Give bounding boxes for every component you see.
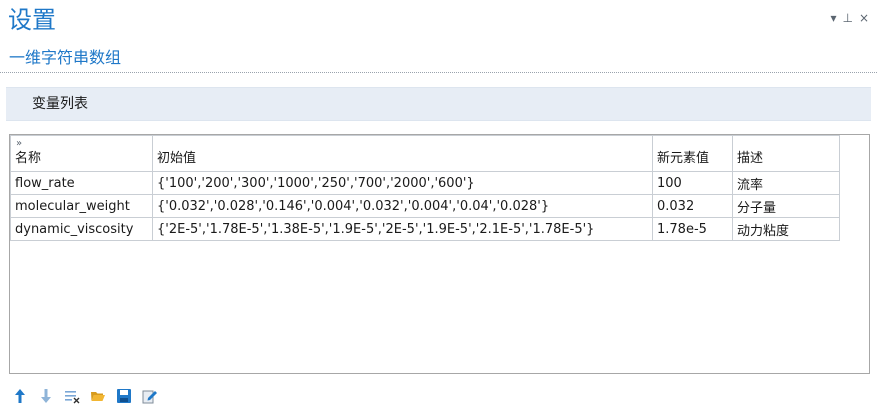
settings-panel: 设置 一维字符串数组 ▾ ⊥ × 变量列表 » 名称 初始值 新元素值 描述 f… (0, 0, 877, 411)
table-row[interactable]: flow_rate {'100','200','300','1000','250… (10, 171, 840, 195)
cell-description[interactable]: 分子量 (732, 194, 840, 218)
cell-name[interactable]: flow_rate (10, 171, 153, 195)
table-header-row: 名称 初始值 新元素值 描述 (10, 135, 840, 172)
open-folder-icon[interactable] (90, 388, 106, 404)
expand-icon[interactable]: » (16, 138, 22, 149)
cell-name[interactable]: molecular_weight (10, 194, 153, 218)
move-down-icon[interactable] (38, 388, 54, 404)
section-title: 变量列表 (32, 96, 88, 112)
panel-title: 设置 (8, 6, 56, 34)
cell-name[interactable]: dynamic_viscosity (10, 217, 153, 241)
cell-initial-value[interactable]: {'0.032','0.028','0.146','0.004','0.032'… (152, 194, 653, 218)
close-icon[interactable]: × (859, 12, 869, 24)
move-up-icon[interactable] (12, 388, 28, 404)
cell-description[interactable]: 动力粘度 (732, 217, 840, 241)
column-header-initial-value[interactable]: 初始值 (152, 135, 653, 172)
variable-table-frame: » 名称 初始值 新元素值 描述 flow_rate {'100','200',… (9, 134, 870, 374)
title-divider (0, 72, 877, 73)
table-row[interactable]: dynamic_viscosity {'2E-5','1.78E-5','1.3… (10, 217, 840, 241)
pin-icon[interactable]: ⊥ (842, 12, 852, 24)
cell-new-value[interactable]: 100 (652, 171, 733, 195)
column-header-name[interactable]: 名称 (10, 135, 153, 172)
window-controls: ▾ ⊥ × (830, 12, 869, 24)
cell-new-value[interactable]: 0.032 (652, 194, 733, 218)
table-toolbar (12, 385, 158, 407)
cell-new-value[interactable]: 1.78e-5 (652, 217, 733, 241)
save-icon[interactable] (116, 388, 132, 404)
variable-table: 名称 初始值 新元素值 描述 flow_rate {'100','200','3… (10, 135, 840, 241)
column-header-description[interactable]: 描述 (732, 135, 840, 172)
clear-table-icon[interactable] (64, 388, 80, 404)
column-header-new-value[interactable]: 新元素值 (652, 135, 733, 172)
cell-initial-value[interactable]: {'2E-5','1.78E-5','1.38E-5','1.9E-5','2E… (152, 217, 653, 241)
table-row[interactable]: molecular_weight {'0.032','0.028','0.146… (10, 194, 840, 218)
variable-table-container: » 名称 初始值 新元素值 描述 flow_rate {'100','200',… (10, 135, 869, 373)
section-header[interactable]: 变量列表 (6, 87, 871, 121)
edit-icon[interactable] (142, 388, 158, 404)
panel-subtitle: 一维字符串数组 (9, 48, 122, 67)
chevron-down-icon[interactable]: ▾ (830, 12, 836, 24)
cell-description[interactable]: 流率 (732, 171, 840, 195)
cell-initial-value[interactable]: {'100','200','300','1000','250','700','2… (152, 171, 653, 195)
